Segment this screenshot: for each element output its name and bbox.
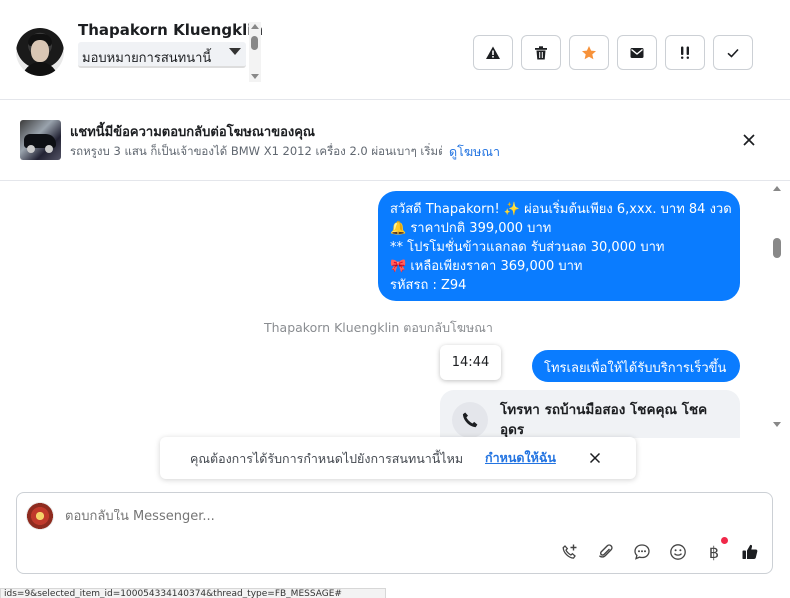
outgoing-message-bubble[interactable]: สวัสดี Thapakorn! ✨ ผ่อนเริ่มต้นเพียง 6,…	[378, 191, 740, 301]
phone-icon-circle	[452, 402, 488, 438]
call-button-card[interactable]: โทรหา รถบ้านมือสอง โชคคุณ โชคอุดร	[440, 390, 740, 438]
emoji-button[interactable]	[667, 541, 689, 563]
chevron-down-icon[interactable]	[229, 48, 241, 55]
ad-thumbnail[interactable]	[20, 120, 61, 160]
ad-banner-title: แชทนี้มีข้อความตอบกลับต่อโฆษณาของคุณ	[70, 125, 315, 140]
scroll-down-arrow-icon[interactable]	[773, 422, 781, 427]
car-wheel	[27, 145, 35, 153]
avatar-face	[31, 40, 49, 62]
phone-icon	[462, 412, 478, 428]
status-bar-url: ids=9&selected_item_id=100054334140374&t…	[0, 588, 386, 598]
exclamation-icon	[681, 46, 689, 59]
scroll-up-arrow-icon[interactable]	[773, 186, 781, 191]
attach-file-button[interactable]	[595, 541, 617, 563]
avatar-body	[22, 62, 58, 76]
saved-reply-icon	[634, 544, 650, 560]
star-icon	[582, 45, 596, 59]
check-icon	[727, 48, 739, 58]
message-line: รหัสรถ : Z94	[390, 278, 467, 293]
message-line: ** โปรโมชั่นข้าวแลกลด รับส่วนลด 30,000 บ…	[390, 240, 665, 255]
close-icon	[743, 134, 755, 146]
assign-to-me-link[interactable]: กำหนดให้ฉัน	[485, 448, 556, 468]
message-line: สวัสดี Thapakorn! ✨ ผ่อนเริ่มต้นเพียง 6,…	[390, 202, 732, 217]
assign-conversation-select[interactable]: มอบหมายการสนทนานี้	[78, 42, 246, 68]
close-ad-banner-button[interactable]	[738, 129, 760, 151]
assign-notice-text: คุณต้องการได้รับการกำหนดไปยังการสนทนานี้…	[190, 451, 464, 466]
payment-baht-icon: ฿	[708, 542, 720, 562]
outgoing-cta-bubble[interactable]: โทรเลยเพื่อให้ได้รับบริการเร็วขึ้น	[532, 350, 740, 382]
payment-button[interactable]: ฿	[703, 541, 725, 563]
user-avatar[interactable]	[16, 28, 64, 76]
assign-to-me-notice: คุณต้องการได้รับการกำหนดไปยังการสนทนานี้…	[160, 437, 636, 479]
mark-unread-button[interactable]	[617, 35, 657, 70]
message-composer: ฿	[16, 492, 773, 574]
call-card-label: โทรหา รถบ้านมือสอง โชคคุณ โชคอุดร	[500, 402, 708, 438]
notification-dot	[721, 537, 728, 544]
ad-banner-subtitle: รถหรูงบ 3 แสน ก็เป็นเจ้าของได้ BMW X1 20…	[70, 144, 442, 158]
timestamp-tooltip: 14:44	[440, 345, 501, 380]
message-line: 🎀 เหลือเพียงราคา 369,000 บาท	[390, 259, 583, 274]
page-avatar	[26, 502, 54, 530]
attachment-icon	[598, 544, 613, 558]
saved-replies-button[interactable]	[631, 541, 653, 563]
add-call-icon	[562, 544, 577, 559]
star-button[interactable]	[569, 35, 609, 70]
emoji-icon	[670, 544, 686, 560]
conversation-header: Thapakorn Kluengklin มอบหมายการสนทนานี้	[0, 0, 790, 100]
thread-scrollbar[interactable]	[770, 182, 784, 438]
close-notice-button[interactable]	[586, 449, 604, 467]
car-wheel	[45, 145, 53, 153]
mark-spam-button[interactable]	[473, 35, 513, 70]
envelope-icon	[630, 47, 644, 58]
ad-reply-system-note: Thapakorn Kluengklin ตอบกลับโฆษณา	[264, 320, 493, 335]
view-ad-link[interactable]: ดูโฆษณา	[449, 142, 500, 162]
user-name[interactable]: Thapakorn Kluengklin	[78, 21, 263, 39]
follow-up-button[interactable]	[665, 35, 705, 70]
trash-icon	[535, 45, 547, 59]
reply-input[interactable]	[65, 509, 625, 524]
scroll-thumb[interactable]	[773, 238, 781, 258]
close-icon	[589, 452, 601, 464]
add-call-button[interactable]	[559, 541, 581, 563]
warning-icon	[486, 46, 500, 59]
mark-done-button[interactable]	[713, 35, 753, 70]
message-line: 🔔 ราคาปกติ 399,000 บาท	[390, 221, 552, 236]
thumbs-up-icon	[742, 544, 758, 559]
scroll-up-arrow-icon[interactable]	[251, 24, 259, 29]
message-thread[interactable]: สวัสดี Thapakorn! ✨ ผ่อนเริ่มต้นเพียง 6,…	[0, 182, 790, 438]
delete-button[interactable]	[521, 35, 561, 70]
assign-scrollbar[interactable]	[249, 22, 261, 82]
scroll-thumb[interactable]	[251, 36, 258, 50]
thumbs-up-button[interactable]	[739, 541, 761, 563]
scroll-down-arrow-icon[interactable]	[251, 74, 259, 79]
